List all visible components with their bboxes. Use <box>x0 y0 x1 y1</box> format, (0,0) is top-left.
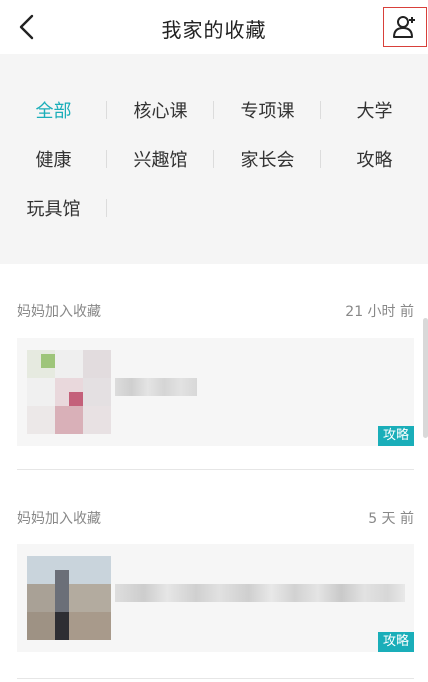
category-label: 攻略 <box>356 150 393 171</box>
pixel <box>27 406 55 434</box>
added-by-text: 妈妈加入收藏 <box>17 511 101 527</box>
thumbnail-image <box>27 350 111 434</box>
category-label: 玩具馆 <box>26 199 81 220</box>
top-bar: 我家的收藏 <box>0 0 428 54</box>
category-row: 全部 核心课 专项课 大学 <box>0 95 428 125</box>
collection-card[interactable]: 攻略 <box>17 544 414 652</box>
pixel <box>55 570 69 612</box>
scrollbar[interactable] <box>423 318 428 438</box>
timestamp: 5 天 前 <box>368 511 414 527</box>
pixel <box>27 378 55 406</box>
category-core-course[interactable]: 核心课 <box>107 95 214 125</box>
pixel <box>27 584 55 612</box>
pixel <box>55 612 69 640</box>
added-by-text: 妈妈加入收藏 <box>17 304 101 320</box>
category-label: 核心课 <box>133 101 188 122</box>
category-label: 大学 <box>356 101 393 122</box>
add-family-member-button[interactable] <box>383 7 427 47</box>
divider <box>17 678 414 679</box>
category-special-course[interactable]: 专项课 <box>214 95 321 125</box>
collections-page: 我家的收藏 全部 核心课 专项课 大学 健康 兴趣馆 家长会 攻略 玩具馆 妈妈… <box>0 0 428 682</box>
pixel <box>69 584 111 612</box>
category-interest-hall[interactable]: 兴趣馆 <box>107 144 214 174</box>
category-guide[interactable]: 攻略 <box>321 144 428 174</box>
category-label: 全部 <box>35 101 72 122</box>
category-label: 家长会 <box>240 150 295 171</box>
category-university[interactable]: 大学 <box>321 95 428 125</box>
pixel <box>55 350 83 378</box>
chevron-left-icon <box>19 14 34 40</box>
content-tag: 攻略 <box>377 426 414 446</box>
page-title: 我家的收藏 <box>161 18 267 42</box>
collection-card[interactable]: 攻略 <box>17 338 414 446</box>
category-all[interactable]: 全部 <box>0 95 107 125</box>
pixel <box>55 406 83 434</box>
pixel <box>27 612 55 640</box>
category-toy-hall[interactable]: 玩具馆 <box>0 193 107 223</box>
category-parents-meeting[interactable]: 家长会 <box>214 144 321 174</box>
category-label: 兴趣馆 <box>133 150 188 171</box>
category-filter-panel: 全部 核心课 专项课 大学 健康 兴趣馆 家长会 攻略 玩具馆 <box>0 54 428 264</box>
pixel <box>41 354 55 368</box>
pixel <box>83 378 111 406</box>
divider <box>17 469 414 470</box>
category-row: 健康 兴趣馆 家长会 攻略 <box>0 144 428 174</box>
content-tag: 攻略 <box>377 632 414 652</box>
separator <box>106 199 107 217</box>
thumbnail-image <box>27 556 111 640</box>
user-plus-icon <box>393 16 415 38</box>
pixel <box>83 406 111 434</box>
pixel <box>69 612 111 640</box>
category-label: 专项课 <box>240 101 295 122</box>
category-label: 健康 <box>35 150 72 171</box>
pixel <box>69 392 83 406</box>
back-button[interactable] <box>12 12 42 42</box>
feed-item-meta: 妈妈加入收藏 5 天 前 <box>17 508 414 528</box>
timestamp: 21 小时 前 <box>345 304 414 320</box>
category-row: 玩具馆 <box>0 193 428 223</box>
feed-item-meta: 妈妈加入收藏 21 小时 前 <box>17 301 414 321</box>
blurred-title <box>115 584 405 602</box>
pixel <box>27 556 111 584</box>
blurred-title <box>115 378 197 396</box>
pixel <box>83 350 111 378</box>
category-health[interactable]: 健康 <box>0 144 107 174</box>
